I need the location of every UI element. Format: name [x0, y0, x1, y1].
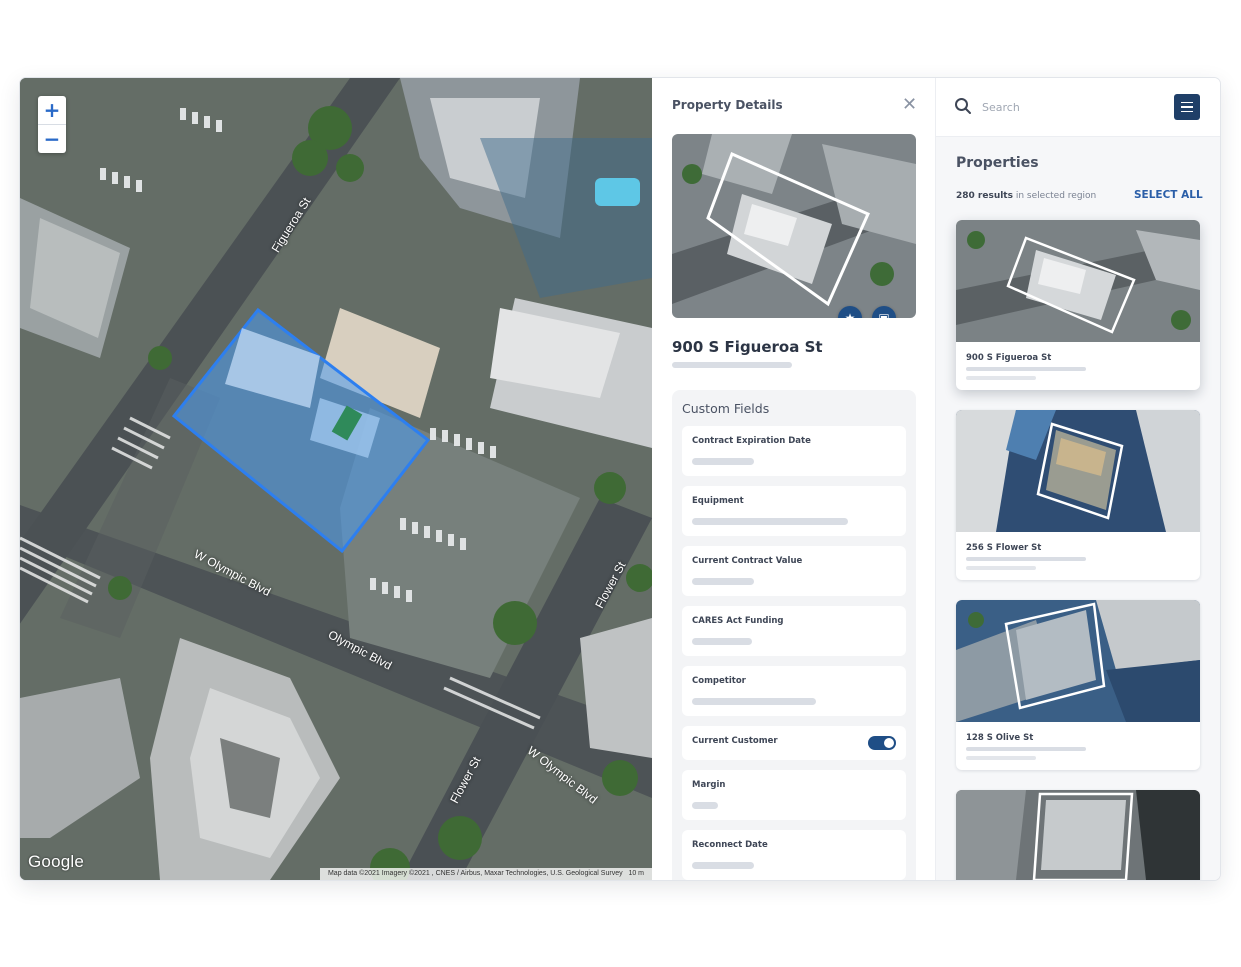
field-current-customer: Current Customer: [682, 726, 906, 760]
list-view-menu-icon[interactable]: [1174, 94, 1200, 120]
properties-title: Properties: [956, 155, 1039, 171]
field-cares-act-funding[interactable]: CARES Act Funding: [682, 606, 906, 656]
search-input[interactable]: [980, 96, 1154, 118]
property-address: 900 S Figueroa St: [672, 338, 823, 356]
field-value-placeholder: [692, 578, 754, 585]
select-all-link[interactable]: SELECT ALL: [1134, 189, 1203, 201]
results-count: 280 results in selected region: [956, 191, 1096, 201]
property-name: 128 S Olive St: [966, 733, 1034, 743]
property-thumbnail: [956, 600, 1200, 722]
current-customer-toggle[interactable]: [868, 736, 896, 750]
field-label: CARES Act Funding: [692, 616, 784, 626]
field-label: Current Contract Value: [692, 556, 803, 566]
field-value-placeholder: [692, 458, 754, 465]
field-margin[interactable]: Margin: [682, 770, 906, 820]
attribution-text: Map data ©2021 Imagery ©2021 , CNES / Ai…: [327, 870, 623, 877]
property-name: 900 S Figueroa St: [966, 353, 1052, 363]
map-scale: 10 m: [628, 870, 644, 877]
field-label: Reconnect Date: [692, 840, 768, 850]
field-label: Current Customer: [692, 736, 778, 746]
google-logo: Google: [28, 852, 85, 871]
zoom-out-button[interactable]: −: [38, 124, 66, 153]
property-meta-placeholder: [966, 566, 1036, 570]
property-photo: ★ ▣: [672, 134, 916, 318]
property-meta-placeholder: [966, 747, 1086, 751]
results-count-suffix: in selected region: [1015, 191, 1097, 201]
field-reconnect-date[interactable]: Reconnect Date: [682, 830, 906, 880]
field-equipment[interactable]: Equipment: [682, 486, 906, 536]
property-card[interactable]: 900 S Figueroa St: [956, 220, 1200, 390]
field-value-placeholder: [692, 862, 754, 869]
property-meta-placeholder: [966, 376, 1036, 380]
search-icon: [955, 98, 971, 114]
field-value-placeholder: [692, 802, 718, 809]
property-card[interactable]: [956, 790, 1200, 880]
field-contract-expiration-date[interactable]: Contract Expiration Date: [682, 426, 906, 476]
app-window: + − Figueroa St W Olympic Blvd Olympic B…: [20, 78, 1220, 880]
map-imagery: [20, 78, 652, 880]
results-count-number: 280 results: [956, 191, 1013, 201]
property-thumbnail: [956, 790, 1200, 880]
properties-panel: Properties 280 results in selected regio…: [936, 78, 1220, 880]
field-label: Competitor: [692, 676, 746, 686]
property-thumbnail: [956, 220, 1200, 342]
property-thumbnail: [956, 410, 1200, 532]
field-value-placeholder: [692, 698, 816, 705]
search-bar: [936, 78, 1220, 137]
property-name: 256 S Flower St: [966, 543, 1042, 553]
address-subtitle-placeholder: [672, 362, 792, 368]
custom-fields-section: Custom Fields Contract Expiration Date E…: [672, 390, 916, 880]
field-value-placeholder: [692, 518, 848, 525]
field-label: Margin: [692, 780, 726, 790]
property-details-panel: Property Details ✕ ★ ▣ 900 S Figueroa St…: [652, 78, 936, 880]
property-card[interactable]: 256 S Flower St: [956, 410, 1200, 580]
satellite-map[interactable]: + − Figueroa St W Olympic Blvd Olympic B…: [20, 78, 652, 880]
field-label: Contract Expiration Date: [692, 436, 811, 446]
property-meta-placeholder: [966, 367, 1086, 371]
map-attribution: Map data ©2021 Imagery ©2021 , CNES / Ai…: [319, 868, 652, 880]
field-current-contract-value[interactable]: Current Contract Value: [682, 546, 906, 596]
panel-title: Property Details: [672, 98, 783, 112]
close-icon[interactable]: ✕: [902, 94, 917, 115]
property-meta-placeholder: [966, 756, 1036, 760]
field-label: Equipment: [692, 496, 744, 506]
property-card[interactable]: 128 S Olive St: [956, 600, 1200, 770]
custom-fields-title: Custom Fields: [682, 401, 770, 416]
zoom-in-button[interactable]: +: [38, 96, 66, 124]
zoom-control: + −: [38, 96, 66, 153]
field-value-placeholder: [692, 638, 752, 645]
property-meta-placeholder: [966, 557, 1086, 561]
field-competitor[interactable]: Competitor: [682, 666, 906, 716]
